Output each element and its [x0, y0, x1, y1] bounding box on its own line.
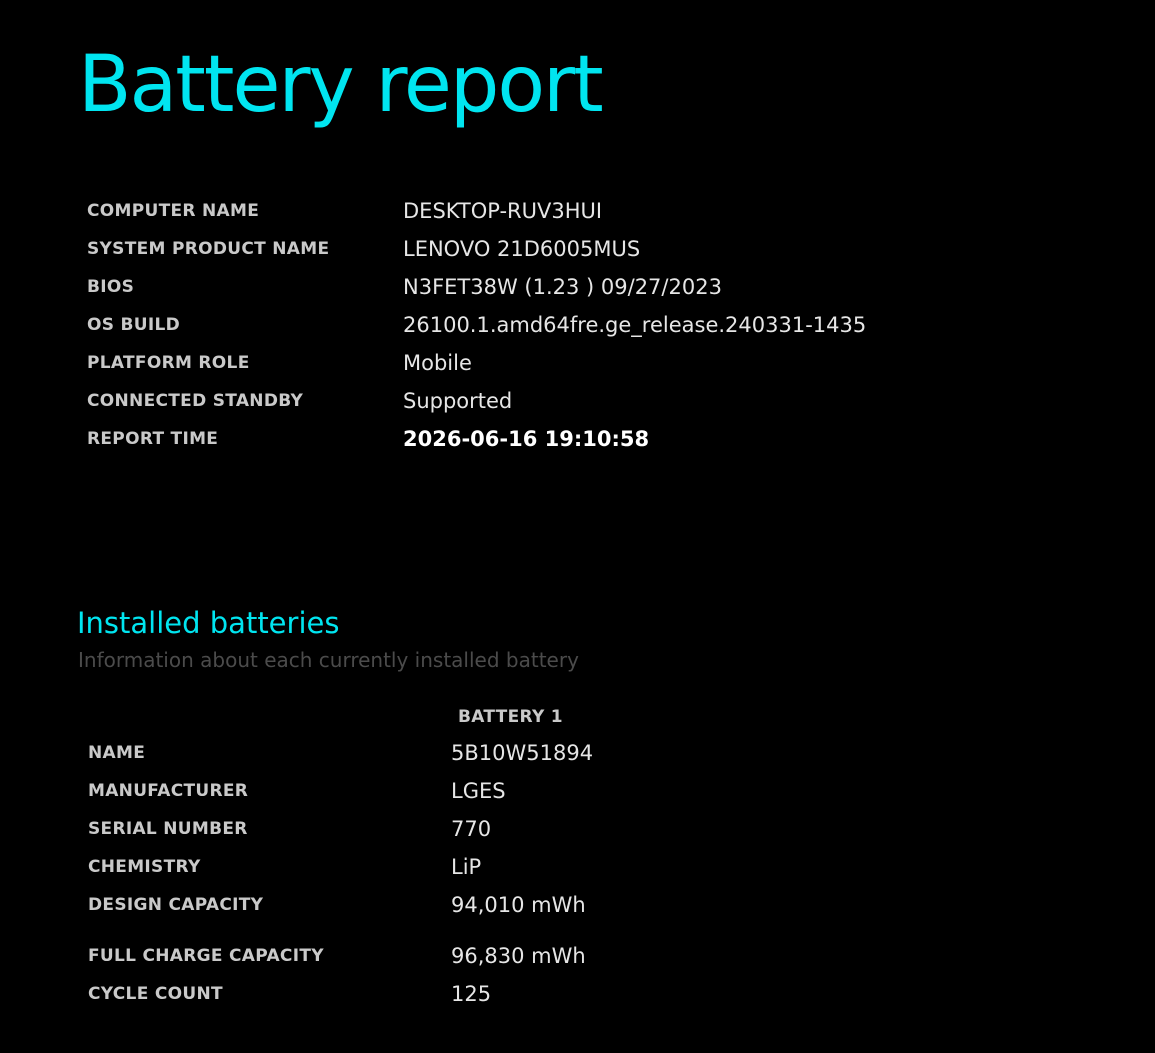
report-time-value: 2026-06-16 19:10:58: [403, 427, 650, 451]
table-row: MANUFACTURER LGES: [81, 772, 821, 810]
table-row: BIOS N3FET38W (1.23 ) 09/27/2023: [80, 268, 866, 306]
cycle-count-value: 125: [451, 982, 492, 1006]
table-header-row: BATTERY 1: [81, 700, 821, 734]
table-row: SERIAL NUMBER 770: [81, 810, 821, 848]
table-row: PLATFORM ROLE Mobile: [80, 344, 866, 382]
platform-role-label: PLATFORM ROLE: [87, 353, 250, 373]
connected-standby-value: Supported: [403, 389, 513, 413]
bios-label: BIOS: [87, 277, 135, 297]
cycle-count-label: CYCLE COUNT: [88, 984, 223, 1004]
page-title: Battery report: [78, 40, 604, 130]
installed-batteries-title: Installed batteries: [77, 606, 340, 640]
bios-value: N3FET38W (1.23 ) 09/27/2023: [403, 275, 722, 299]
table-row: NAME 5B10W51894: [81, 734, 821, 772]
table-row: CHEMISTRY LiP: [81, 848, 821, 886]
chemistry-label: CHEMISTRY: [88, 857, 201, 877]
installed-batteries-table: BATTERY 1 NAME 5B10W51894 MANUFACTURER L…: [81, 700, 821, 1013]
serial-number-label: SERIAL NUMBER: [88, 819, 248, 839]
table-row: SYSTEM PRODUCT NAME LENOVO 21D6005MUS: [80, 230, 866, 268]
header-spacer: [81, 700, 451, 734]
system-product-name-value: LENOVO 21D6005MUS: [403, 237, 641, 261]
design-capacity-value: 94,010 mWh: [451, 893, 586, 917]
manufacturer-value: LGES: [451, 779, 506, 803]
table-row: FULL CHARGE CAPACITY 96,830 mWh: [81, 924, 821, 975]
os-build-value: 26100.1.amd64fre.ge_release.240331-1435: [403, 313, 867, 337]
full-charge-capacity-label: FULL CHARGE CAPACITY: [88, 946, 324, 966]
full-charge-capacity-value: 96,830 mWh: [451, 944, 586, 968]
chemistry-value: LiP: [451, 855, 482, 879]
design-capacity-label: DESIGN CAPACITY: [88, 895, 264, 915]
installed-batteries-subtitle: Information about each currently install…: [78, 648, 579, 672]
serial-number-value: 770: [451, 817, 492, 841]
connected-standby-label: CONNECTED STANDBY: [87, 391, 304, 411]
report-time-label: REPORT TIME: [87, 429, 219, 449]
battery-name-label: NAME: [88, 743, 146, 763]
computer-name-value: DESKTOP-RUV3HUI: [403, 199, 603, 223]
system-product-name-label: SYSTEM PRODUCT NAME: [87, 239, 330, 259]
platform-role-value: Mobile: [403, 351, 472, 375]
table-row: DESIGN CAPACITY 94,010 mWh: [81, 886, 821, 924]
battery-1-column-header: BATTERY 1: [458, 707, 563, 727]
table-row: OS BUILD 26100.1.amd64fre.ge_release.240…: [80, 306, 866, 344]
battery-name-value: 5B10W51894: [451, 741, 594, 765]
table-row: CONNECTED STANDBY Supported: [80, 382, 866, 420]
manufacturer-label: MANUFACTURER: [88, 781, 249, 801]
system-info-table: COMPUTER NAME DESKTOP-RUV3HUI SYSTEM PRO…: [80, 192, 866, 458]
computer-name-label: COMPUTER NAME: [87, 201, 260, 221]
os-build-label: OS BUILD: [87, 315, 181, 335]
table-row: CYCLE COUNT 125: [81, 975, 821, 1013]
table-row: COMPUTER NAME DESKTOP-RUV3HUI: [80, 192, 866, 230]
table-row: REPORT TIME 2026-06-16 19:10:58: [80, 420, 866, 458]
